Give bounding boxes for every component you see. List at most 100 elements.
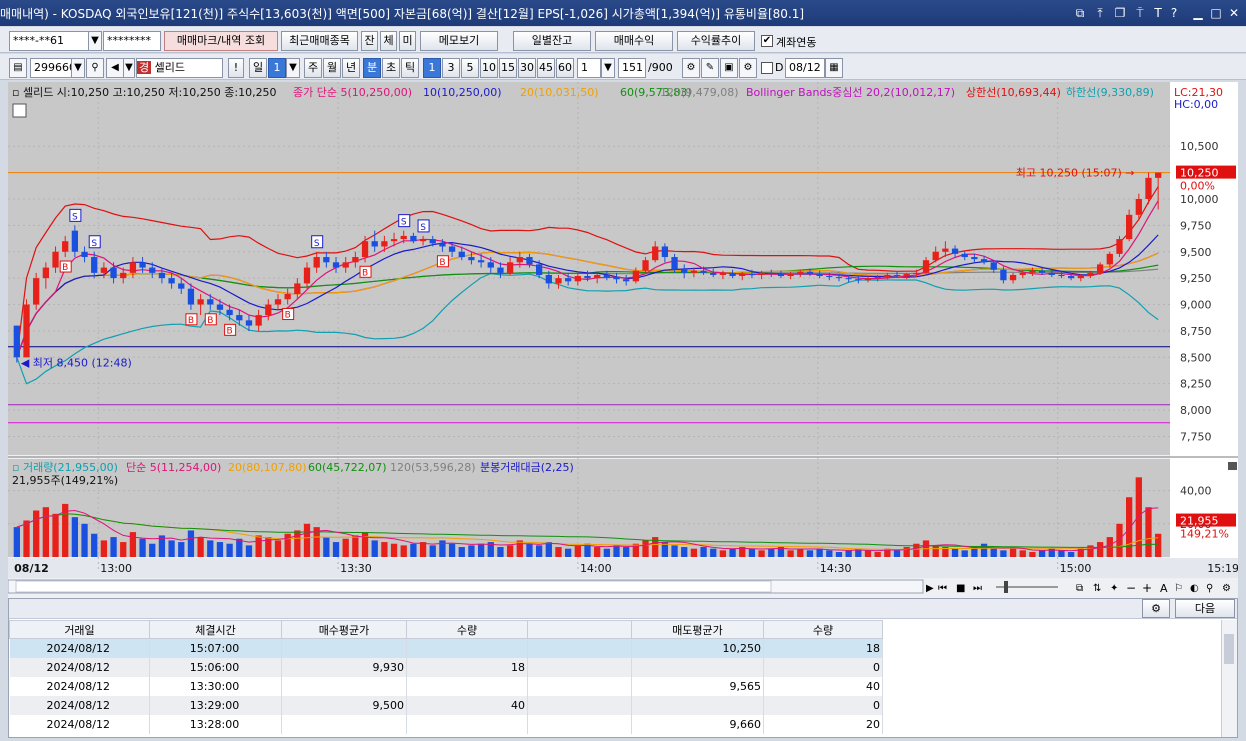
chevron-down-icon[interactable]: ▼ (286, 58, 300, 78)
interval-button-15[interactable]: 15 (499, 58, 517, 78)
gear-icon[interactable]: ⚙ (739, 58, 757, 78)
period-tick-button[interactable]: 틱 (401, 58, 419, 78)
account-link-checkbox[interactable]: ✔ (761, 35, 773, 47)
recent-stocks-button[interactable]: 최근매매종목 (281, 31, 358, 51)
chevron-down-icon[interactable]: ▼ (71, 58, 85, 78)
col-header[interactable]: 매도평균가 (631, 620, 764, 639)
volume-bar (990, 548, 997, 557)
zoom-out-icon[interactable]: − (1126, 581, 1136, 595)
stop-icon[interactable]: ■ (956, 583, 965, 594)
tool-icon-7[interactable]: ⚙ (1222, 583, 1231, 594)
interval-button-10[interactable]: 10 (480, 58, 498, 78)
col-header[interactable]: 수량 (406, 620, 528, 639)
table-row[interactable]: 2024/08/12 13:30:00 9,565 40 (9, 676, 883, 696)
interval-button-1[interactable]: 1 (423, 58, 441, 78)
daily-balance-button[interactable]: 일별잔고 (513, 31, 591, 51)
tab-pending[interactable]: 미 (399, 31, 416, 51)
volume-panel-close-icon[interactable] (1228, 462, 1237, 470)
zoom-slider-handle[interactable] (1004, 581, 1008, 593)
chart-scroll-thumb[interactable] (15, 580, 772, 593)
draw-tool-icon[interactable]: ✎ (701, 58, 719, 78)
chevron-down-icon[interactable]: ▼ (88, 31, 102, 51)
interval-button-30[interactable]: 30 (518, 58, 536, 78)
save-icon[interactable]: ▣ (720, 58, 738, 78)
table-row[interactable]: 2024/08/12 13:28:00 9,660 20 (9, 714, 883, 734)
copy-window-icon[interactable]: ❐ (1112, 5, 1128, 21)
interval-button-60[interactable]: 60 (556, 58, 574, 78)
tool-icon-5[interactable]: ◐ (1190, 583, 1199, 594)
chart-settings-icon[interactable] (12, 103, 27, 118)
restore-icon[interactable]: ⧉ (1072, 5, 1088, 21)
pin-top-icon[interactable]: ⍑ (1132, 5, 1148, 21)
stock-name: 셀리드 (154, 61, 185, 74)
count-field[interactable]: 151 (618, 58, 646, 78)
interval-button-3[interactable]: 3 (442, 58, 460, 78)
password-field[interactable]: ******** (103, 31, 161, 51)
scroll-right-icon[interactable]: ▶ (926, 583, 934, 594)
period-month-button[interactable]: 월 (323, 58, 341, 78)
period-week-button[interactable]: 주 (304, 58, 322, 78)
tool-icon-4[interactable]: ⚐ (1174, 583, 1183, 594)
col-header[interactable]: 수량 (763, 620, 883, 639)
volume-bar (419, 542, 427, 557)
cell (527, 638, 632, 658)
tool-icon-2[interactable]: ⇅ (1093, 583, 1101, 594)
col-header[interactable]: 매수평균가 (281, 620, 407, 639)
pin-icon[interactable]: ⤒ (1092, 5, 1108, 21)
period-year-button[interactable]: 년 (342, 58, 360, 78)
chevron-down-icon[interactable]: ▼ (601, 58, 615, 78)
search-icon[interactable]: ⚲ (86, 58, 104, 78)
table-row[interactable]: 2024/08/12 13:29:00 9,500 40 0 (9, 695, 883, 715)
period-day-button[interactable]: 일 (249, 58, 267, 78)
period-second-button[interactable]: 초 (382, 58, 400, 78)
stock-name-field[interactable]: 경 셀리드 (136, 58, 223, 78)
account-field[interactable]: ****-**61 (9, 31, 89, 51)
tool-icon-6[interactable]: ⚲ (1206, 583, 1213, 594)
help-icon[interactable]: ? (1166, 5, 1182, 21)
volume-bar (845, 550, 852, 557)
indicator-icon[interactable]: ⚙ (682, 58, 700, 78)
trade-profit-button[interactable]: 매매수익 (595, 31, 673, 51)
grid-scroll-thumb[interactable] (1224, 634, 1234, 664)
date-checkbox[interactable] (761, 62, 773, 74)
table-row[interactable]: 2024/08/12 15:06:00 9,930 18 0 (9, 657, 883, 677)
interval-button-45[interactable]: 45 (537, 58, 555, 78)
memo-button[interactable]: 메모보기 (420, 31, 498, 51)
grid-scrollbar[interactable] (1221, 620, 1237, 737)
cell (406, 676, 528, 696)
date-field[interactable]: 08/12 (785, 58, 825, 78)
minimize-icon[interactable]: ▁ (1190, 5, 1206, 21)
price-chart[interactable]: B B B B B B B S S S S S 최고 10,250 (15:07) → ◀ 최저 8,45… (8, 82, 1238, 598)
chevron-down-icon[interactable]: ▼ (123, 58, 135, 78)
tool-icon-1[interactable]: ⧉ (1076, 583, 1083, 594)
col-header[interactable] (527, 620, 632, 639)
close-icon[interactable]: ✕ (1226, 5, 1242, 21)
maximize-icon[interactable]: □ (1208, 5, 1224, 21)
period-minute-button[interactable]: 분 (363, 58, 381, 78)
font-icon[interactable]: T (1150, 5, 1166, 21)
rewind-icon[interactable]: ⏮ (938, 583, 947, 594)
col-header[interactable]: 거래일 (9, 620, 150, 639)
volume-bar (1009, 548, 1017, 557)
calendar-icon[interactable]: ▦ (825, 58, 843, 78)
next-button[interactable]: 다음 (1175, 599, 1235, 618)
col-header[interactable]: 체결시간 (149, 620, 282, 639)
tab-executed[interactable]: 체 (380, 31, 397, 51)
return-trend-button[interactable]: 수익률추이 (677, 31, 755, 51)
interval-value-field[interactable]: 1 (577, 58, 601, 78)
table-row[interactable]: 2024/08/12 15:07:00 10,250 18 (9, 638, 883, 658)
alert-button[interactable]: ! (228, 58, 244, 78)
font-size-icon[interactable]: A (1160, 582, 1168, 595)
stock-code-field[interactable]: 299660 (30, 58, 72, 78)
tool-icon-3[interactable]: ✦ (1110, 583, 1118, 594)
period-number-field[interactable]: 1 (268, 58, 286, 78)
volume-bar (236, 538, 243, 557)
chart-menu-icon[interactable]: ▤ (9, 58, 27, 78)
fast-forward-icon[interactable]: ⏭ (973, 583, 982, 594)
interval-button-5[interactable]: 5 (461, 58, 479, 78)
gear-icon[interactable]: ⚙ (1142, 599, 1170, 618)
speaker-icon[interactable]: ◀ (106, 58, 124, 78)
mark-history-button[interactable]: 매매마크/내역 조회 (164, 31, 278, 51)
zoom-in-icon[interactable]: + (1142, 581, 1152, 595)
tab-balance[interactable]: 잔 (361, 31, 378, 51)
